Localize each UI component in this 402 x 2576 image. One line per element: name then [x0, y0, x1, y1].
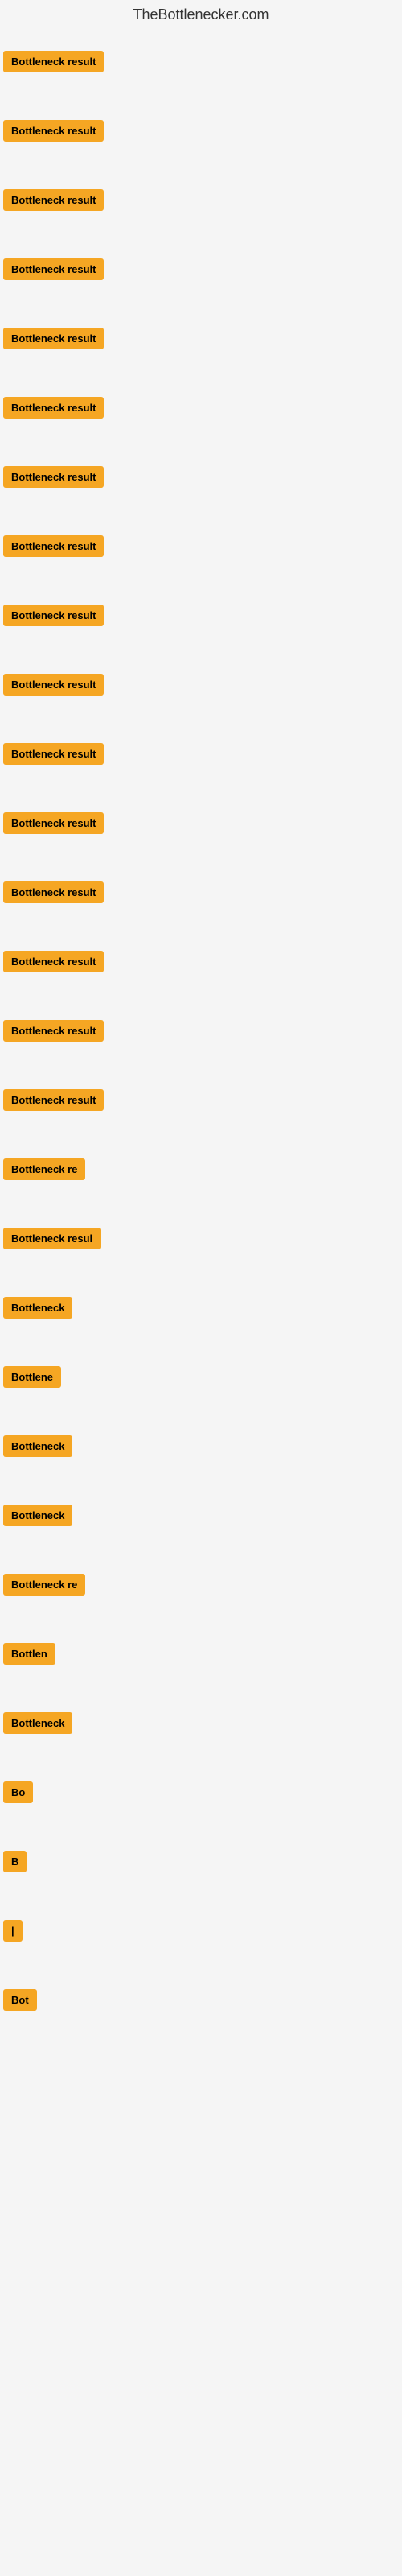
bottleneck-badge-8[interactable]: Bottleneck result — [3, 535, 104, 557]
bottleneck-row-9: Bottleneck result — [0, 580, 402, 650]
bottleneck-badge-9[interactable]: Bottleneck result — [3, 605, 104, 626]
bottleneck-row-4: Bottleneck result — [0, 234, 402, 303]
bottleneck-badge-16[interactable]: Bottleneck result — [3, 1089, 104, 1111]
bottleneck-badge-14[interactable]: Bottleneck result — [3, 951, 104, 972]
bottleneck-badge-24[interactable]: Bottlen — [3, 1643, 55, 1665]
bottleneck-row-17: Bottleneck re — [0, 1134, 402, 1203]
bottleneck-badge-5[interactable]: Bottleneck result — [3, 328, 104, 349]
bottleneck-badge-3[interactable]: Bottleneck result — [3, 189, 104, 211]
bottleneck-row-11: Bottleneck result — [0, 719, 402, 788]
bottleneck-row-8: Bottleneck result — [0, 511, 402, 580]
bottleneck-badge-28[interactable]: | — [3, 1920, 23, 1942]
bottleneck-row-18: Bottleneck resul — [0, 1203, 402, 1273]
bottleneck-row-14: Bottleneck result — [0, 927, 402, 996]
bottleneck-badge-25[interactable]: Bottleneck — [3, 1712, 72, 1734]
bottleneck-badge-12[interactable]: Bottleneck result — [3, 812, 104, 834]
bottleneck-badge-7[interactable]: Bottleneck result — [3, 466, 104, 488]
bottleneck-badge-2[interactable]: Bottleneck result — [3, 120, 104, 142]
site-title: TheBottlenecker.com — [0, 0, 402, 27]
bottleneck-row-26: Bo — [0, 1757, 402, 1827]
bottleneck-row-5: Bottleneck result — [0, 303, 402, 373]
bottleneck-row-22: Bottleneck — [0, 1480, 402, 1550]
bottleneck-badge-4[interactable]: Bottleneck result — [3, 258, 104, 280]
bottleneck-badge-6[interactable]: Bottleneck result — [3, 397, 104, 419]
bottleneck-badge-10[interactable]: Bottleneck result — [3, 674, 104, 696]
bottleneck-badge-13[interactable]: Bottleneck result — [3, 881, 104, 903]
bottleneck-row-12: Bottleneck result — [0, 788, 402, 857]
bottleneck-badge-11[interactable]: Bottleneck result — [3, 743, 104, 765]
bottleneck-row-6: Bottleneck result — [0, 373, 402, 442]
bottleneck-badge-22[interactable]: Bottleneck — [3, 1505, 72, 1526]
bottleneck-row-24: Bottlen — [0, 1619, 402, 1688]
bottleneck-badge-17[interactable]: Bottleneck re — [3, 1158, 85, 1180]
bottleneck-row-13: Bottleneck result — [0, 857, 402, 927]
bottleneck-badge-21[interactable]: Bottleneck — [3, 1435, 72, 1457]
bottleneck-row-2: Bottleneck result — [0, 96, 402, 165]
bottleneck-badge-27[interactable]: B — [3, 1851, 27, 1872]
bottleneck-row-29: Bot — [0, 1965, 402, 2034]
bottleneck-row-16: Bottleneck result — [0, 1065, 402, 1134]
bottleneck-badge-15[interactable]: Bottleneck result — [3, 1020, 104, 1042]
bottleneck-row-15: Bottleneck result — [0, 996, 402, 1065]
bottleneck-row-28: | — [0, 1896, 402, 1965]
bottleneck-row-21: Bottleneck — [0, 1411, 402, 1480]
bottleneck-row-19: Bottleneck — [0, 1273, 402, 1342]
bottleneck-row-23: Bottleneck re — [0, 1550, 402, 1619]
bottleneck-badge-26[interactable]: Bo — [3, 1781, 33, 1803]
bottleneck-row-25: Bottleneck — [0, 1688, 402, 1757]
bottleneck-row-3: Bottleneck result — [0, 165, 402, 234]
bottleneck-badge-23[interactable]: Bottleneck re — [3, 1574, 85, 1596]
bottleneck-row-10: Bottleneck result — [0, 650, 402, 719]
bottleneck-badge-19[interactable]: Bottleneck — [3, 1297, 72, 1319]
bottleneck-row-7: Bottleneck result — [0, 442, 402, 511]
bottleneck-badge-18[interactable]: Bottleneck resul — [3, 1228, 100, 1249]
bottleneck-badge-29[interactable]: Bot — [3, 1989, 37, 2011]
bottleneck-badge-1[interactable]: Bottleneck result — [3, 51, 104, 72]
bottleneck-row-20: Bottlene — [0, 1342, 402, 1411]
bottleneck-badge-20[interactable]: Bottlene — [3, 1366, 61, 1388]
bottleneck-row-1: Bottleneck result — [0, 27, 402, 96]
bottleneck-row-27: B — [0, 1827, 402, 1896]
